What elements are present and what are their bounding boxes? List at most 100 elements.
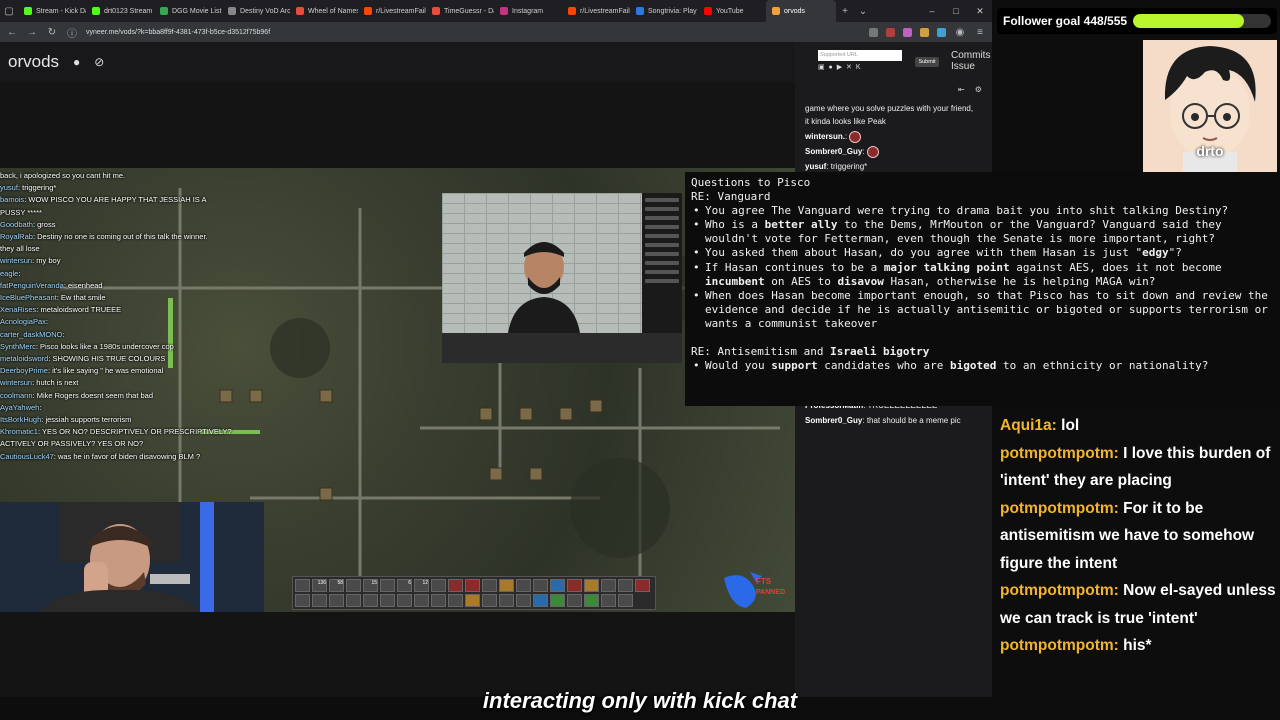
chat-hide-icon[interactable]: ⊘ xyxy=(94,55,104,69)
browser-menu-icon[interactable]: ≡ xyxy=(974,27,986,38)
browser-tab[interactable]: r/LivestreamFail xyxy=(358,0,426,22)
hotbar-slot[interactable] xyxy=(414,594,429,607)
hotbar-slot[interactable] xyxy=(346,594,361,607)
hotbar-slot[interactable] xyxy=(584,594,599,607)
hotbar-slot[interactable] xyxy=(465,579,480,592)
hotbar-slot[interactable] xyxy=(380,594,395,607)
hotbar-slot[interactable] xyxy=(584,579,599,592)
collapse-icon[interactable]: ⇤ xyxy=(958,85,975,94)
extension-icon[interactable] xyxy=(920,27,929,37)
minimize-icon[interactable]: – xyxy=(920,6,944,16)
hotbar-slot[interactable] xyxy=(482,579,497,592)
browser-tab[interactable]: Wheel of Names xyxy=(290,0,358,22)
hotbar-slot[interactable] xyxy=(618,579,633,592)
chat-username[interactable]: yusuf xyxy=(0,183,18,192)
vod-chat-username[interactable]: Sombrer0_Guy xyxy=(805,147,862,156)
tab-dropdown-icon[interactable]: ⌄ xyxy=(854,6,872,17)
profile-icon[interactable]: ◉ xyxy=(954,27,966,38)
reload-icon[interactable]: ↻ xyxy=(46,27,58,38)
hotbar-slot[interactable] xyxy=(346,579,361,592)
hotbar-slot[interactable] xyxy=(482,594,497,607)
supported-url-input[interactable]: Supported URL xyxy=(818,50,902,61)
hotbar-slot[interactable] xyxy=(295,579,310,592)
hotbar-slot[interactable] xyxy=(533,579,548,592)
issue-link[interactable]: Issue xyxy=(951,61,990,72)
hotbar-slot[interactable] xyxy=(516,579,531,592)
extension-icon[interactable] xyxy=(903,27,912,37)
hotbar-slot[interactable] xyxy=(448,594,463,607)
settings-icon[interactable]: ⚙ xyxy=(975,85,992,94)
chat-username[interactable]: AyaYahweh xyxy=(0,403,39,412)
chat-username[interactable]: AcnologiaPax xyxy=(0,317,46,326)
chat-username[interactable]: Khromatic1 xyxy=(0,427,38,436)
close-window-icon[interactable]: ✕ xyxy=(968,6,992,17)
hotbar-slot[interactable] xyxy=(550,579,565,592)
chat-username[interactable]: RoyalRab xyxy=(0,232,33,241)
chat-username[interactable]: carter_daskMONO xyxy=(0,330,63,339)
browser-tab[interactable]: Instagram xyxy=(494,0,562,22)
browser-tab[interactable]: YouTube xyxy=(698,0,766,22)
chat-username[interactable]: fatPenguinVeranda xyxy=(0,281,64,290)
hotbar-slot[interactable]: 15 xyxy=(363,579,378,592)
hotbar-slot[interactable] xyxy=(533,594,548,607)
hotbar-slot[interactable] xyxy=(601,579,616,592)
chat-username[interactable]: wintersun xyxy=(0,256,32,265)
extension-icon[interactable] xyxy=(886,27,895,37)
extension-icon[interactable] xyxy=(869,27,878,37)
chat-username[interactable]: XenaRises xyxy=(0,305,36,314)
browser-tab[interactable]: r/LivestreamFail xyxy=(562,0,630,22)
commits-link[interactable]: Commits xyxy=(951,50,990,61)
hotbar-slot[interactable] xyxy=(567,579,582,592)
chat-username[interactable]: ItsBorkHugh xyxy=(0,415,41,424)
vod-chat-username[interactable]: Sombrer0_Guy xyxy=(805,416,862,425)
hotbar-slot[interactable] xyxy=(499,594,514,607)
browser-tab[interactable]: drt0123 Stream - xyxy=(86,0,154,22)
browser-tab[interactable]: DGG Movie List - xyxy=(154,0,222,22)
forward-icon[interactable]: → xyxy=(26,27,38,38)
hotbar-slot[interactable] xyxy=(295,594,310,607)
chat-username[interactable]: CautiousLuck47 xyxy=(0,452,54,461)
platform-icons[interactable]: ▣ ● ▶ ✕ K xyxy=(818,63,862,71)
hotbar-slot[interactable]: 12 xyxy=(414,579,429,592)
url-field[interactable]: vyneer.me/vods/?k=bba8ff9f-4381-473f-b5c… xyxy=(86,29,861,36)
chat-username[interactable]: eagle xyxy=(0,269,18,278)
hotbar-slot[interactable] xyxy=(550,594,565,607)
site-brand[interactable]: orvods xyxy=(8,52,59,72)
hotbar-slot[interactable] xyxy=(465,594,480,607)
browser-tab[interactable]: Stream - Kick Da xyxy=(18,0,86,22)
extension-icon[interactable] xyxy=(937,27,946,37)
hotbar-slot[interactable] xyxy=(431,579,446,592)
maximize-icon[interactable]: □ xyxy=(944,6,968,16)
vod-chat-username[interactable]: yusuf xyxy=(805,162,826,171)
hotbar-slot[interactable]: 136 xyxy=(312,579,327,592)
chat-username[interactable]: IceBluePheasant xyxy=(0,293,57,302)
hotbar-slot[interactable] xyxy=(312,594,327,607)
hotbar-slot[interactable] xyxy=(635,579,650,592)
new-tab-icon[interactable]: + xyxy=(836,6,854,17)
chat-username[interactable]: coolmann xyxy=(0,391,33,400)
chat-username[interactable]: wintersun xyxy=(0,378,32,387)
hotbar-slot[interactable]: 6 xyxy=(397,579,412,592)
browser-tab[interactable]: TimeGuessr - Dai xyxy=(426,0,494,22)
game-hotbar[interactable]: 136 58 15 6 12 xyxy=(292,576,656,610)
chat-username[interactable]: SynthMerc xyxy=(0,342,36,351)
hotbar-slot[interactable] xyxy=(618,594,633,607)
submit-button[interactable]: Submit xyxy=(915,57,939,67)
chat-username[interactable]: Goodbath xyxy=(0,220,33,229)
hotbar-slot[interactable] xyxy=(448,579,463,592)
browser-tab[interactable]: orvods xyxy=(766,0,836,22)
hotbar-slot[interactable] xyxy=(363,594,378,607)
hotbar-slot[interactable] xyxy=(601,594,616,607)
chat-username[interactable]: DeerboyPrime xyxy=(0,366,48,375)
hotbar-slot[interactable] xyxy=(516,594,531,607)
browser-tab[interactable]: Songtrivia: Play s xyxy=(630,0,698,22)
hotbar-slot[interactable] xyxy=(431,594,446,607)
hotbar-slot[interactable] xyxy=(499,579,514,592)
chat-username[interactable]: metaloidsword xyxy=(0,354,48,363)
tab-menu-icon[interactable]: ▢ xyxy=(0,6,18,17)
vod-chat-username[interactable]: wintersun. xyxy=(805,132,845,141)
chat-username[interactable]: bamois xyxy=(0,195,24,204)
hotbar-slot[interactable]: 58 xyxy=(329,579,344,592)
back-icon[interactable]: ← xyxy=(6,27,18,38)
browser-tab[interactable]: Destiny VoD Archive xyxy=(222,0,290,22)
